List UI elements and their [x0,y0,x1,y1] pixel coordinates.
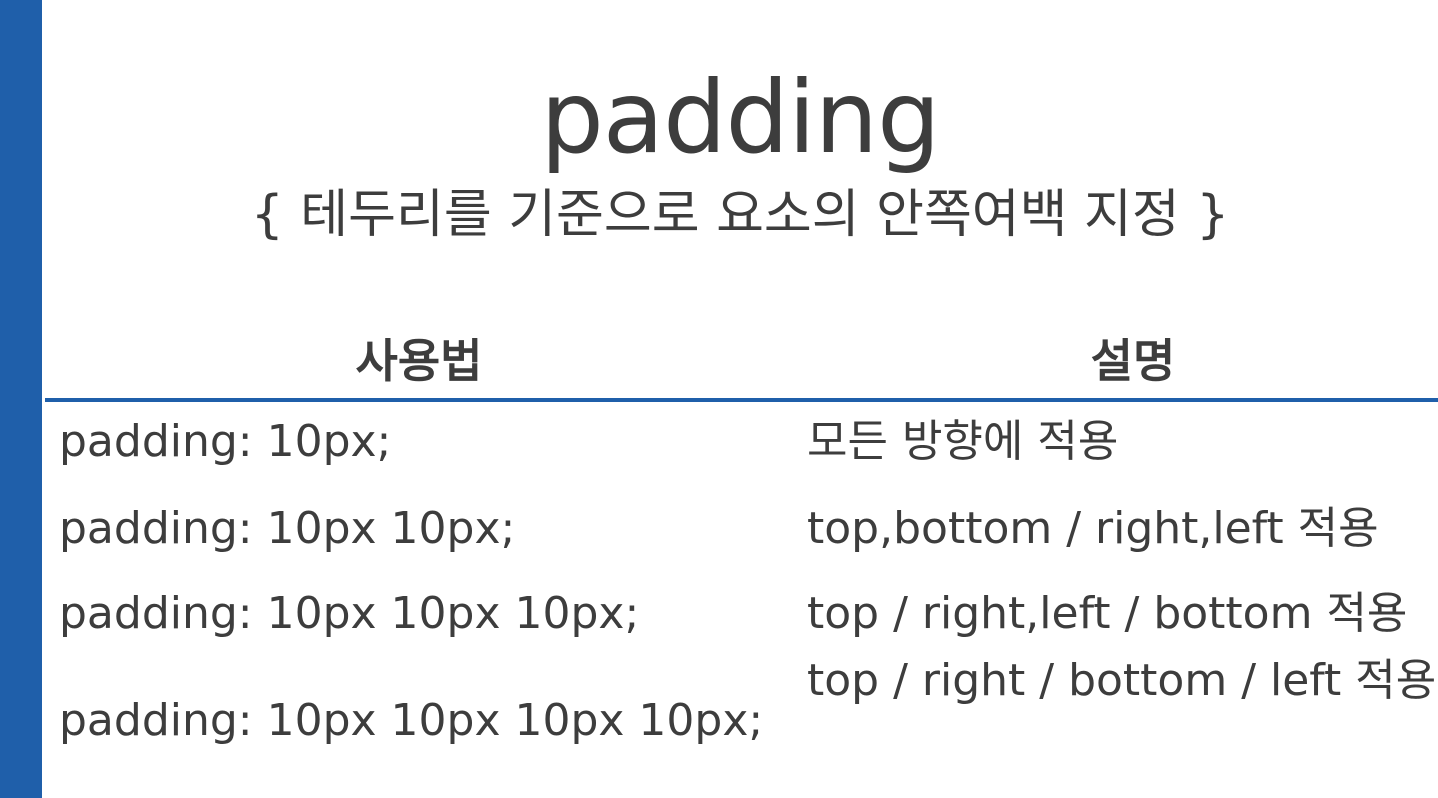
column-header-usage: 사용법 [355,334,483,388]
slide-subtitle: { 테두리를 기준으로 요소의 안쪽여백 지정 } [250,185,1230,245]
description-cell: 모든 방향에 적용 [807,416,1119,467]
padding-usage-table: 사용법 설명 padding: 10px; 모든 방향에 적용 padding:… [45,326,1438,781]
slide-title: padding [540,59,940,176]
description-cell: top / right / bottom / left 적용 [807,655,1437,706]
usage-cell: padding: 10px 10px 10px 10px; [59,695,764,746]
usage-cell: padding: 10px; [59,416,392,467]
description-cell: top / right,left / bottom 적용 [807,588,1408,639]
usage-cell: padding: 10px 10px; [59,503,516,554]
description-cell: top,bottom / right,left 적용 [807,503,1379,554]
table-header-row: 사용법 설명 [45,326,1438,402]
usage-cell: padding: 10px 10px 10px; [59,588,640,639]
slide-accent-bar [0,0,42,798]
table-row: padding: 10px 10px 10px; top / right,lef… [45,571,1438,655]
table-row: padding: 10px 10px 10px 10px; top / righ… [45,655,1438,781]
column-header-description: 설명 [1090,334,1176,388]
table-row: padding: 10px; 모든 방향에 적용 [45,402,1438,486]
table-row: padding: 10px 10px; top,bottom / right,l… [45,486,1438,571]
